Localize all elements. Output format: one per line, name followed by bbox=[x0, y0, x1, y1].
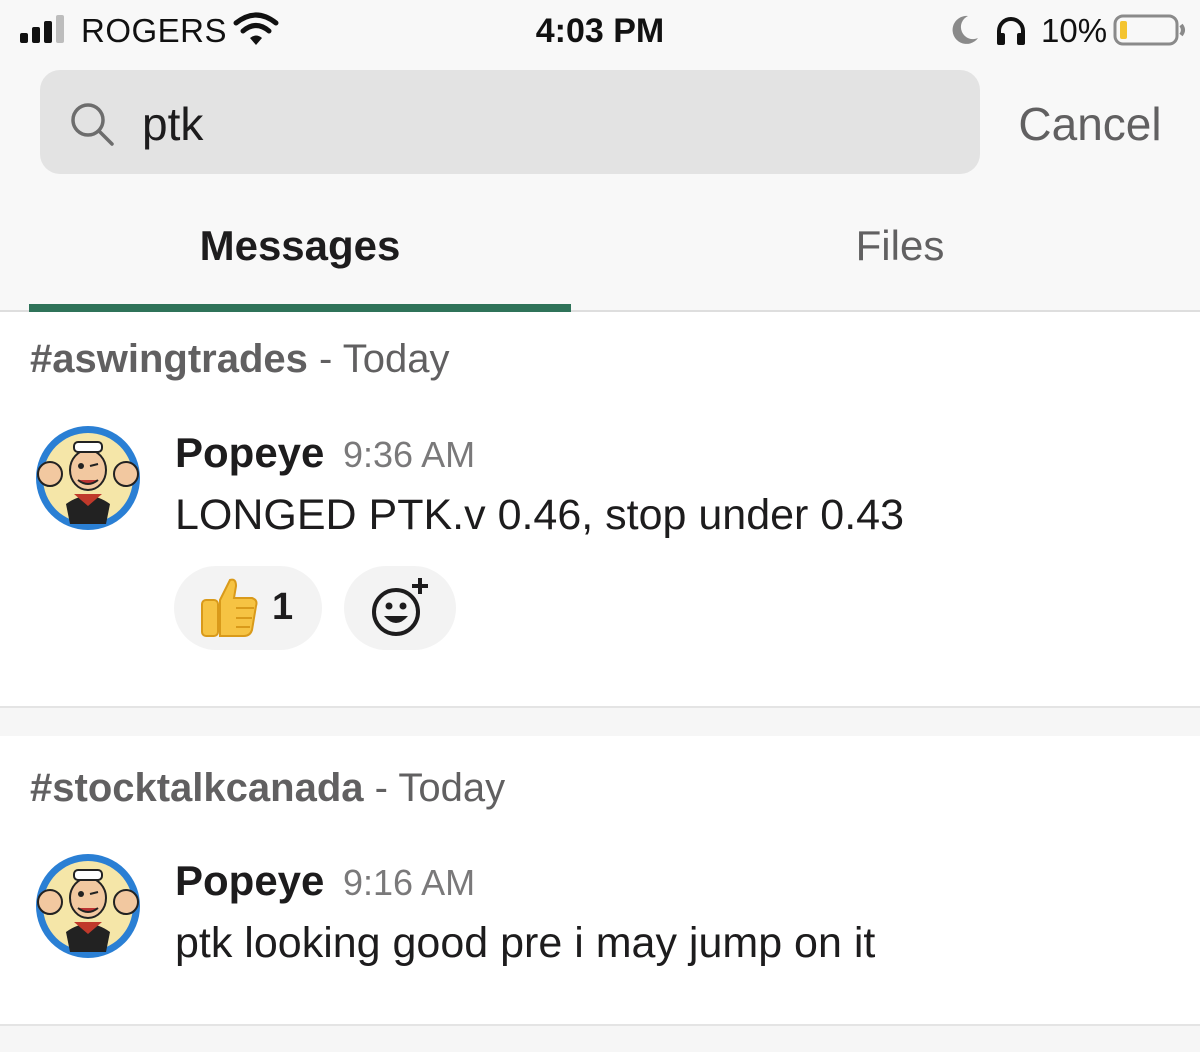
message-author[interactable]: Popeye bbox=[175, 428, 324, 478]
battery-icon bbox=[1113, 14, 1185, 46]
avatar[interactable] bbox=[34, 852, 142, 960]
message-text[interactable]: ptk looking good pre i may jump on it bbox=[175, 916, 875, 970]
avatar[interactable] bbox=[34, 424, 142, 532]
channel-name[interactable]: #aswingtrades bbox=[30, 337, 308, 381]
reaction-count: 1 bbox=[272, 586, 294, 628]
headphones-icon bbox=[997, 17, 1025, 45]
tab-files[interactable]: Files bbox=[629, 218, 1171, 274]
active-tab-indicator bbox=[29, 304, 571, 312]
date-label: - Today bbox=[307, 337, 450, 381]
result-channel-header[interactable]: #aswingtrades - Today bbox=[30, 334, 449, 384]
battery-percent: 10% bbox=[1041, 12, 1108, 49]
moon-icon bbox=[952, 15, 978, 44]
result-channel-header[interactable]: #stocktalkcanada - Today bbox=[30, 763, 505, 813]
message-time: 9:36 AM bbox=[343, 434, 476, 475]
search-icon bbox=[71, 103, 114, 146]
result-separator bbox=[0, 1024, 1200, 1052]
thumbs-up-icon bbox=[201, 578, 258, 637]
message-time: 9:16 AM bbox=[343, 862, 476, 903]
message-author[interactable]: Popeye bbox=[175, 856, 324, 906]
add-emoji-icon bbox=[372, 578, 428, 636]
cancel-button[interactable]: Cancel bbox=[1000, 96, 1180, 152]
channel-name[interactable]: #stocktalkcanada bbox=[30, 766, 364, 810]
message-text[interactable]: LONGED PTK.v 0.46, stop under 0.43 bbox=[175, 488, 904, 542]
search-query[interactable]: ptk bbox=[142, 97, 203, 151]
date-label: - Today bbox=[363, 766, 506, 810]
tab-messages[interactable]: Messages bbox=[29, 218, 571, 274]
result-separator bbox=[0, 706, 1200, 736]
status-bar: ROGERS 4:03 PM 10% bbox=[0, 0, 1200, 62]
